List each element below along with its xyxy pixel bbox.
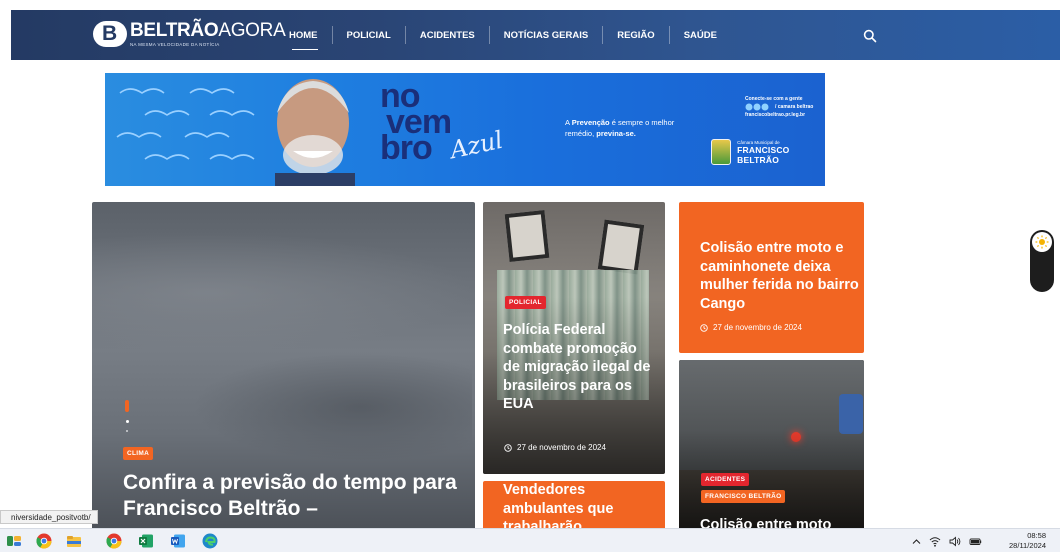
- crest-icon: [711, 139, 732, 165]
- slider-dot[interactable]: [125, 420, 129, 423]
- main-nav: HOME POLICIAL ACIDENTES NOTÍCIAS GERAIS …: [283, 10, 731, 60]
- hero-article[interactable]: CLIMA Confira a previsão do tempo para F…: [92, 202, 475, 532]
- logo-mark-icon: B: [93, 21, 127, 47]
- chrome-icon[interactable]: [106, 533, 122, 549]
- category-badge[interactable]: CLIMA: [123, 447, 154, 460]
- page: B BELTRÃO AGORA NA MESMA VELOCIDADE DA NO…: [0, 0, 1060, 552]
- banner-message: A Prevenção é sempre o melhor remédio, p…: [565, 118, 675, 138]
- banner-connect: Conecte-se com a gente: [745, 96, 803, 102]
- nav-acidentes[interactable]: ACIDENTES: [406, 10, 489, 60]
- banner-website: franciscobeltrao.pr.leg.br: [745, 112, 806, 118]
- nav-acidentes-label: ACIDENTES: [419, 29, 475, 41]
- clock-time: 08:58: [1027, 531, 1046, 540]
- theme-toggle[interactable]: [1030, 230, 1054, 292]
- sky-texture: [92, 232, 475, 352]
- clock-icon: [504, 443, 512, 452]
- sky-texture: [192, 352, 472, 462]
- sun-icon: [1032, 232, 1052, 252]
- hero-article-title[interactable]: Confira a previsão do tempo para Francis…: [123, 470, 463, 522]
- camara-label-big: FRANCISCO BELTRÃO: [737, 144, 790, 165]
- nav-policial-label: POLICIAL: [346, 29, 391, 41]
- slider-pagination: [125, 400, 131, 439]
- clock-icon: [700, 323, 708, 332]
- file-explorer-icon[interactable]: [66, 533, 82, 549]
- nav-home-label: HOME: [289, 29, 318, 41]
- nav-saude[interactable]: SAÚDE: [670, 10, 731, 60]
- system-clock[interactable]: 08:58 28/11/2024: [998, 531, 1046, 551]
- slider-dot-active[interactable]: [125, 400, 129, 412]
- system-tray: [912, 534, 990, 548]
- volume-icon[interactable]: [949, 536, 961, 547]
- banner-portrait: [275, 79, 355, 186]
- logo-tagline: NA MESMA VELOCIDADE DA NOTÍCIA: [130, 42, 220, 47]
- edge-icon[interactable]: [202, 533, 218, 549]
- image-overlay: [679, 360, 864, 536]
- camara-logo: Câmara Municipal de FRANCISCO BELTRÃO: [711, 139, 825, 165]
- slider-dot[interactable]: [125, 430, 128, 432]
- logo-name-light: AGORA: [218, 20, 286, 41]
- article-date: 27 de novembro de 2024: [504, 443, 606, 452]
- search-icon[interactable]: [863, 29, 877, 43]
- banner-headline: no vem bro: [380, 79, 452, 165]
- nav-regiao[interactable]: REGIÃO: [603, 10, 668, 60]
- logo-name-bold: BELTRÃO: [130, 20, 219, 41]
- banner-handle: / camara beltrao: [775, 104, 814, 110]
- article-card-acidentes[interactable]: ACIDENTES FRANCISCO BELTRÃO Colisão entr…: [679, 360, 864, 536]
- article-card-colisao[interactable]: Colisão entre moto e caminhonete deixa m…: [679, 202, 864, 353]
- mustache-pattern: [116, 88, 255, 160]
- chrome-icon[interactable]: [36, 533, 52, 549]
- nav-regiao-label: REGIÃO: [617, 29, 655, 41]
- novembro-azul-banner[interactable]: no vem bro Azul A Prevenção é sempre o m…: [105, 73, 825, 186]
- nav-active-indicator: [292, 49, 318, 50]
- widgets-icon[interactable]: [6, 533, 22, 549]
- os-taskbar: 08:58 28/11/2024: [0, 528, 1060, 552]
- excel-icon[interactable]: [138, 533, 154, 549]
- category-badge[interactable]: POLICIAL: [505, 296, 546, 309]
- article-date-text: 27 de novembro de 2024: [713, 323, 802, 332]
- banner-script: Azul: [447, 125, 506, 165]
- word-icon[interactable]: [170, 533, 186, 549]
- article-title[interactable]: Colisão entre moto e caminhonete deixa m…: [700, 239, 860, 313]
- article-card-policial[interactable]: POLICIAL Polícia Federal combate promoçã…: [483, 202, 665, 474]
- battery-icon[interactable]: [969, 536, 982, 547]
- clock-date: 28/11/2024: [1009, 541, 1046, 550]
- social-icons: [745, 103, 769, 111]
- article-date: 27 de novembro de 2024: [700, 323, 802, 332]
- site-header: B BELTRÃO AGORA NA MESMA VELOCIDADE DA NO…: [11, 10, 1060, 60]
- chevron-up-icon[interactable]: [912, 537, 921, 546]
- nav-home[interactable]: HOME: [283, 10, 332, 60]
- nav-saude-label: SAÚDE: [683, 29, 717, 41]
- article-title[interactable]: Polícia Federal combate promoção de migr…: [503, 321, 653, 414]
- site-logo[interactable]: B BELTRÃO AGORA NA MESMA VELOCIDADE DA NO…: [93, 20, 286, 51]
- wifi-icon[interactable]: [929, 536, 941, 547]
- status-bar-url: niversidade_positvotb/: [0, 510, 98, 524]
- article-date-text: 27 de novembro de 2024: [517, 443, 606, 452]
- banner-contact: Conecte-se com a gente / camara beltrao …: [745, 95, 813, 119]
- nav-noticias-label: NOTÍCIAS GERAIS: [503, 29, 589, 41]
- category-badge[interactable]: FRANCISCO BELTRÃO: [701, 490, 786, 503]
- nav-policial[interactable]: POLICIAL: [333, 10, 405, 60]
- nav-noticias-gerais[interactable]: NOTÍCIAS GERAIS: [490, 10, 602, 60]
- category-badge[interactable]: ACIDENTES: [701, 473, 750, 486]
